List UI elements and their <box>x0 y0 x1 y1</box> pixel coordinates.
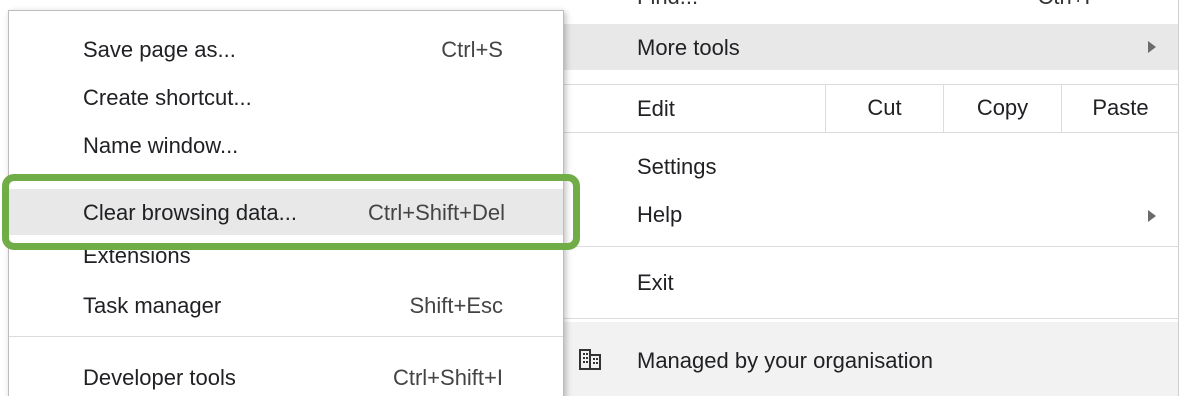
help-label: Help <box>637 202 683 227</box>
submenu-item-label: Clear browsing data... <box>83 200 297 225</box>
submenu-item-shortcut: Shift+Esc <box>409 293 503 318</box>
menu-item-edit: Edit Cut Copy Paste <box>563 84 1178 132</box>
cut-button[interactable]: Cut <box>825 84 943 132</box>
submenu-item-shortcut: Ctrl+Shift+I <box>392 365 503 390</box>
submenu-item-save-page[interactable]: Save page as... Ctrl+S <box>9 29 563 69</box>
submenu-item-task-manager[interactable]: Task manager Shift+Esc <box>9 285 563 325</box>
browser-menu-screenshot: Find... Ctrl+F More tools Edit Cut Copy … <box>0 0 1179 396</box>
more-tools-submenu: Save page as... Ctrl+S Create shortcut..… <box>8 10 564 396</box>
more-tools-label: More tools <box>637 35 740 60</box>
main-menu: Find... Ctrl+F More tools Edit Cut Copy … <box>563 0 1179 396</box>
settings-label: Settings <box>637 154 717 179</box>
submenu-arrow-icon <box>1148 41 1156 53</box>
submenu-item-label: Extensions <box>83 243 191 268</box>
submenu-arrow-icon <box>1148 210 1156 222</box>
edit-label: Edit <box>637 96 675 121</box>
submenu-item-label: Developer tools <box>83 365 236 390</box>
menu-item-more-tools[interactable]: More tools <box>563 24 1178 70</box>
menu-divider <box>563 318 1178 319</box>
menu-divider <box>563 246 1178 247</box>
submenu-item-shortcut: Ctrl+Shift+Del <box>368 200 505 225</box>
submenu-item-label: Save page as... <box>83 37 236 62</box>
submenu-divider <box>9 336 563 337</box>
managed-label: Managed by your organisation <box>637 348 933 373</box>
submenu-item-label: Create shortcut... <box>83 85 252 110</box>
find-label: Find... <box>637 0 698 10</box>
submenu-item-label: Name window... <box>83 133 239 158</box>
menu-item-managed[interactable]: Managed by your organisation <box>563 322 1178 396</box>
building-icon <box>579 349 601 370</box>
submenu-item-name-window[interactable]: Name window... <box>9 125 563 165</box>
submenu-item-shortcut: Ctrl+S <box>441 37 503 62</box>
submenu-item-create-shortcut[interactable]: Create shortcut... <box>9 77 563 117</box>
truncated-find-row[interactable]: Find... Ctrl+F <box>563 0 1178 20</box>
copy-button[interactable]: Copy <box>943 84 1061 132</box>
exit-label: Exit <box>637 270 674 295</box>
menu-item-settings[interactable]: Settings <box>563 150 1178 186</box>
submenu-item-developer-tools[interactable]: Developer tools Ctrl+Shift+I <box>9 357 563 396</box>
menu-divider <box>563 132 1178 133</box>
menu-item-help[interactable]: Help <box>563 198 1178 234</box>
menu-item-exit[interactable]: Exit <box>563 266 1178 302</box>
submenu-item-clear-browsing-data[interactable]: Clear browsing data... Ctrl+Shift+Del <box>9 189 563 235</box>
paste-button[interactable]: Paste <box>1061 84 1179 132</box>
submenu-item-label: Task manager <box>83 293 222 318</box>
find-shortcut: Ctrl+F <box>1038 0 1099 10</box>
submenu-item-extensions[interactable]: Extensions <box>9 237 563 271</box>
